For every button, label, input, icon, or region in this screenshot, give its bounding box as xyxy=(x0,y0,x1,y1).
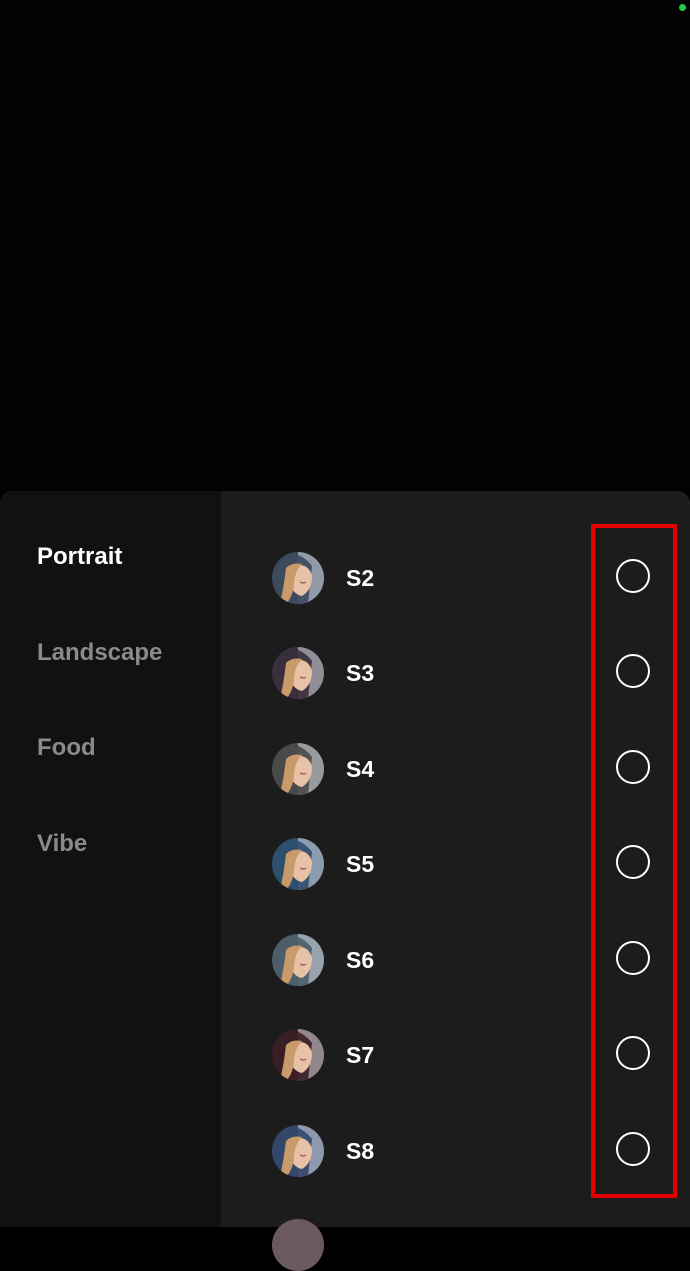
filter-label: S6 xyxy=(346,947,375,973)
filter-label: S4 xyxy=(346,756,375,782)
filter-thumbnail xyxy=(272,647,324,699)
filter-thumbnail xyxy=(272,838,324,890)
filter-label: S5 xyxy=(346,851,375,877)
filter-thumbnail xyxy=(272,1125,324,1177)
camera-preview xyxy=(0,0,690,492)
filter-label: S8 xyxy=(346,1138,375,1164)
filter-thumbnail xyxy=(272,1029,324,1081)
category-landscape[interactable]: Landscape xyxy=(37,639,162,667)
filter-label: S2 xyxy=(346,565,375,591)
highlight-box xyxy=(591,524,677,1198)
camera-active-indicator xyxy=(679,4,686,11)
category-portrait[interactable]: Portrait xyxy=(37,543,122,571)
category-sidebar: Portrait Landscape Food Vibe xyxy=(0,491,221,1227)
filter-thumbnail xyxy=(272,552,324,604)
filter-thumbnail xyxy=(272,934,324,986)
category-vibe[interactable]: Vibe xyxy=(37,830,87,858)
filter-panel: Portrait Landscape Food Vibe S2 S3 S4 S5… xyxy=(0,491,690,1227)
category-food[interactable]: Food xyxy=(37,734,96,762)
filter-label: S3 xyxy=(346,660,375,686)
filter-label: S7 xyxy=(346,1042,375,1068)
filter-thumbnail xyxy=(272,743,324,795)
